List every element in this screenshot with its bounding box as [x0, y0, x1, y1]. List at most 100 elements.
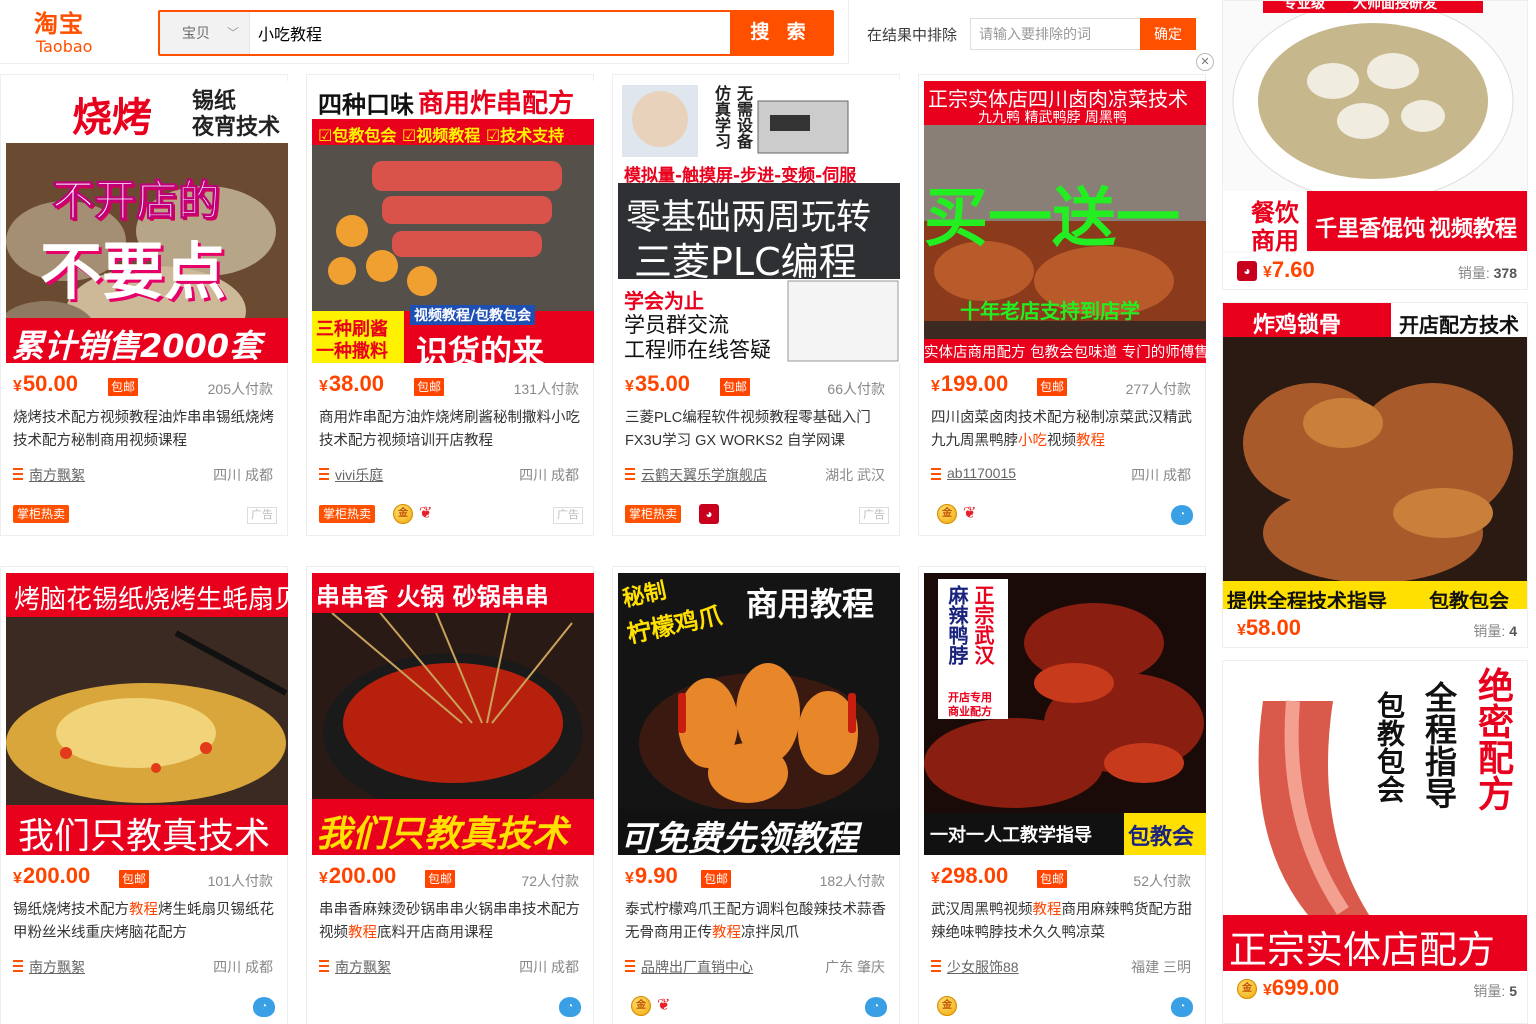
product-image[interactable]: 仿真学习 无需设备 模拟量-触摸屏-步进-变频-伺服 零基础两周玩转 三菱PLC…	[618, 81, 900, 363]
gold-seller-icon: 金	[631, 996, 651, 1016]
product-image[interactable]: 绝密配方 全程指导 包教包会 正宗实体店配方	[1223, 661, 1527, 971]
product-title[interactable]: 商用炸串配方油炸烧烤刷酱秘制撒料小吃技术配方视频培训开店教程	[319, 407, 583, 453]
search-input[interactable]	[250, 12, 730, 54]
product-title[interactable]: 四川卤菜卤肉技术配方秘制凉菜武汉精武九九周黑鸭脖小吃视频教程	[931, 407, 1195, 453]
tmall-icon: ◕	[1237, 261, 1257, 281]
image-text: 开店配方技术	[1399, 315, 1519, 337]
image-text: ☑包教包会 ☑视频教程 ☑技术支持	[318, 126, 565, 145]
side-sales: 销量: 378	[1457, 265, 1517, 281]
product-image[interactable]: 秘制 柠檬鸡爪 商用教程 可免费先领教程	[618, 573, 900, 855]
product-image[interactable]: 烤脑花锡纸烧烤生蚝扇贝 我们只教真技术	[6, 573, 288, 855]
product-price: ¥199.00	[931, 371, 1009, 396]
product-title[interactable]: 武汉周黑鸭视频教程商用麻辣鸭货配方甜辣绝味鸭脖技术久久鸭凉菜	[931, 899, 1195, 945]
product-card[interactable]: 仿真学习 无需设备 模拟量-触摸屏-步进-变频-伺服 零基础两周玩转 三菱PLC…	[612, 74, 900, 536]
image-text: 视频教程/包教包会	[410, 305, 536, 325]
product-title[interactable]: 泰式柠檬鸡爪王配方调料包酸辣技术蒜香无骨商用正传教程凉拌凤爪	[625, 899, 889, 945]
close-icon[interactable]: ✕	[1196, 53, 1214, 71]
search-category-dropdown[interactable]: 宝贝 ﹀	[160, 12, 250, 54]
product-card[interactable]: 烧烤 锡纸 夜宵技术 不开店的 不要点 累计销售2000套 ¥50.00 包邮 …	[0, 74, 288, 536]
deal-count: 52人付款	[1133, 873, 1191, 889]
location: 湖北 武汉	[825, 467, 885, 483]
side-ad-card[interactable]: 绝密配方 全程指导 包教包会 正宗实体店配方 金 ¥699.00 销量: 5	[1222, 660, 1528, 1024]
deal-count: 205人付款	[207, 381, 273, 397]
product-card[interactable]: 四种口味 商用炸串配方 ☑包教包会 ☑视频教程 ☑技术支持 三种刷酱 一种撒料 …	[306, 74, 594, 536]
chat-icon[interactable]: ◔	[1171, 505, 1193, 525]
shop-link[interactable]: 南方飘絮	[13, 957, 85, 977]
location: 四川 成都	[1131, 467, 1191, 483]
chat-icon[interactable]: ◔	[865, 997, 887, 1017]
search-bar: 宝贝 ﹀ 搜 索	[158, 10, 834, 56]
search-header: 淘宝 Taobao 宝贝 ﹀ 搜 索 在结果中排除 请输入要排除的词 确定 ✕	[0, 0, 1214, 71]
image-text: 炸鸡锁骨	[1253, 312, 1342, 337]
image-text: 正宗实体店配方	[1229, 930, 1496, 971]
image-text: 全程指导	[1421, 681, 1457, 809]
deal-count: 131人付款	[513, 381, 579, 397]
gold-seller-icon: 金	[393, 504, 413, 524]
shop-link[interactable]: ab1170015	[931, 465, 1016, 481]
free-shipping-tag: 包邮	[108, 378, 139, 396]
image-text: 一种撒料	[316, 341, 388, 362]
product-image[interactable]: 四种口味 商用炸串配方 ☑包教包会 ☑视频教程 ☑技术支持 三种刷酱 一种撒料 …	[312, 81, 594, 363]
location: 福建 三明	[1131, 959, 1191, 975]
side-price: ¥7.60	[1263, 257, 1315, 282]
shop-link[interactable]: vivi乐庭	[319, 465, 383, 485]
hot-seller-badge: 掌柜热卖	[319, 505, 376, 523]
image-text: 不开店的	[51, 176, 221, 226]
taobao-logo[interactable]: 淘宝 Taobao	[34, 10, 104, 56]
product-card[interactable]: 秘制 柠檬鸡爪 商用教程 可免费先领教程 ¥9.90 包邮 182人付款 泰式柠…	[612, 566, 900, 1024]
side-sales: 销量: 5	[1473, 983, 1517, 999]
shop-link[interactable]: 品牌出厂直销中心	[625, 957, 753, 977]
image-text: 买一送一	[924, 182, 1180, 256]
exclude-confirm-button[interactable]: 确定	[1140, 18, 1196, 50]
ad-label: 广告	[859, 507, 889, 524]
image-text: 不要点	[40, 235, 227, 308]
image-text: 提供全程技术指导	[1227, 591, 1387, 609]
shop-link[interactable]: 少女服饰88	[931, 957, 1019, 977]
image-text: 专业级	[1283, 1, 1325, 12]
product-card[interactable]: 正宗武汉 麻辣鸭脖 开店专用 商业配方 一对一人工教学指导 包教会 ¥298.0…	[918, 566, 1206, 1024]
product-image[interactable]: 串串香 火锅 砂锅串串 我们只教真技术	[312, 573, 594, 855]
image-text: 无需设备	[734, 85, 753, 149]
product-title[interactable]: 三菱PLC编程软件视频教程零基础入门FX3U学习 GX WORKS2 自学网课	[625, 407, 889, 453]
shop-link[interactable]: 南方飘絮	[319, 957, 391, 977]
chevron-down-icon: ﹀	[226, 26, 239, 40]
product-card[interactable]: 烤脑花锡纸烧烤生蚝扇贝 我们只教真技术 ¥200.00 包邮 101人付款 锡纸…	[0, 566, 288, 1024]
image-text: 实体店商用配方 包教会包味道 专门的师傅售后指导	[924, 345, 1206, 361]
shop-link[interactable]: 云鹤天翼乐学旗舰店	[625, 465, 767, 485]
shop-link[interactable]: 南方飘絮	[13, 465, 85, 485]
image-text: 大师面授研发	[1353, 1, 1437, 12]
product-image[interactable]: 专业级 大师面授研发 餐饮 商用 千里香馄饨 视频教程	[1223, 1, 1527, 253]
shop-icon	[13, 960, 23, 972]
product-image[interactable]: 烧烤 锡纸 夜宵技术 不开店的 不要点 累计销售2000套	[6, 81, 288, 363]
free-shipping-tag: 包邮	[720, 378, 751, 396]
side-ad-card[interactable]: 炸鸡锁骨 开店配方技术 提供全程技术指导 包教包会 ¥58.00 销量: 4	[1222, 302, 1528, 648]
taobao-results-page: 淘宝 Taobao 宝贝 ﹀ 搜 索 在结果中排除 请输入要排除的词 确定 ✕	[0, 0, 1536, 1024]
image-text: 可免费先领教程	[620, 819, 858, 855]
chat-icon[interactable]: ◔	[559, 997, 581, 1017]
deal-count: 182人付款	[819, 873, 885, 889]
product-card[interactable]: 正宗实体店四川卤肉凉菜技术 九九鸭 精武鸭脖 周黑鸭 买一送一 十年老店支持到店…	[918, 74, 1206, 536]
image-text: 九九鸭 精武鸭脖 周黑鸭	[978, 110, 1127, 126]
product-image[interactable]: 正宗实体店四川卤肉凉菜技术 九九鸭 精武鸭脖 周黑鸭 买一送一 十年老店支持到店…	[924, 81, 1206, 363]
product-title[interactable]: 串串香麻辣烫砂锅串串火锅串串技术配方视频教程底料开店商用课程	[319, 899, 583, 945]
free-shipping-tag: 包邮	[425, 870, 456, 888]
ad-label: 广告	[553, 507, 583, 524]
product-image[interactable]: 正宗武汉 麻辣鸭脖 开店专用 商业配方 一对一人工教学指导 包教会	[924, 573, 1206, 855]
rose-icon: ❦	[963, 505, 977, 522]
image-text: 四种口味	[318, 91, 414, 119]
logo-chinese: 淘宝	[34, 9, 84, 38]
chat-icon[interactable]: ◔	[253, 997, 275, 1017]
deal-count: 277人付款	[1125, 381, 1191, 397]
product-card[interactable]: 串串香 火锅 砂锅串串 我们只教真技术 ¥200.00 包邮 72人付款 串串香…	[306, 566, 594, 1024]
chat-icon[interactable]: ◔	[1171, 997, 1193, 1017]
product-title[interactable]: 烧烤技术配方视频教程油炸串串锡纸烧烤技术配方秘制商用视频课程	[13, 407, 277, 453]
rose-icon: ❦	[657, 997, 671, 1014]
side-ad-card[interactable]: 专业级 大师面授研发 餐饮 商用 千里香馄饨 视频教程 ◕ ¥7.60 销量: …	[1222, 0, 1528, 290]
shop-icon	[931, 960, 941, 972]
exclude-input[interactable]: 请输入要排除的词	[970, 18, 1140, 50]
image-text: 千里香馄饨	[1315, 217, 1426, 242]
product-image[interactable]: 炸鸡锁骨 开店配方技术 提供全程技术指导 包教包会	[1223, 303, 1527, 609]
product-title[interactable]: 锡纸烧烤技术配方教程烤生蚝扇贝锡纸花甲粉丝米线重庆烤脑花配方	[13, 899, 277, 945]
search-button[interactable]: 搜 索	[730, 12, 832, 54]
product-price: ¥200.00	[319, 863, 397, 888]
